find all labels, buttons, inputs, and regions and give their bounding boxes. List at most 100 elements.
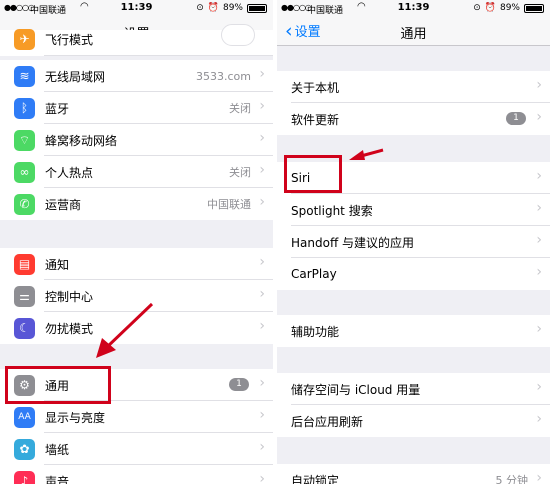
row-value: 中国联通 xyxy=(207,198,251,211)
update-badge: 1 xyxy=(506,112,526,125)
row-label: 运营商 xyxy=(45,197,82,212)
airplane-icon: ✈ xyxy=(14,28,35,50)
chevron-right-icon: › xyxy=(536,109,542,125)
alarm-icon: ⏰ xyxy=(484,3,496,13)
moon-icon: ☾ xyxy=(14,317,35,339)
chevron-right-icon: › xyxy=(536,411,542,427)
list-item-bluetooth[interactable]: ᛒ 蓝牙 关闭 › xyxy=(0,92,273,124)
display-icon: AA xyxy=(14,406,35,428)
chevron-right-icon: › xyxy=(536,264,542,280)
list-item-wlan[interactable]: ≋ 无线局域网 3533.com › xyxy=(0,60,273,92)
row-value: 5 分钟 xyxy=(495,474,529,484)
lock-rotation-icon: ⊙ xyxy=(196,3,204,13)
alarm-icon: ⏰ xyxy=(207,3,219,13)
nav-bar: ‹ 设置 通用 xyxy=(277,16,550,46)
control-center-icon: ⚌ xyxy=(14,285,35,307)
row-label: 墙纸 xyxy=(45,442,70,457)
row-label: 蜂窝移动网络 xyxy=(45,133,118,148)
list-item-carrier[interactable]: ✆ 运营商 中国联通 › xyxy=(0,188,273,220)
list-item-auto-lock[interactable]: 自动锁定 5 分钟 › xyxy=(277,464,550,484)
row-label: 声音 xyxy=(45,474,70,484)
chevron-right-icon: › xyxy=(259,254,265,270)
row-label: 自动锁定 xyxy=(291,473,340,484)
chevron-right-icon: › xyxy=(259,130,265,146)
row-label: 显示与亮度 xyxy=(45,410,106,425)
battery-percent: 89% xyxy=(222,3,243,13)
list-item-handoff[interactable]: Handoff 与建议的应用 › xyxy=(277,226,550,258)
sound-icon: ♪ xyxy=(14,470,35,484)
list-item-airplane-mode[interactable]: ✈ 飞行模式 xyxy=(0,24,273,56)
chevron-right-icon: › xyxy=(536,379,542,395)
row-label: 储存空间与 iCloud 用量 xyxy=(291,382,421,397)
row-label: 后台应用刷新 xyxy=(291,414,364,429)
chevron-right-icon: › xyxy=(259,286,265,302)
battery-icon xyxy=(524,3,544,13)
chevron-right-icon: › xyxy=(536,200,542,216)
battery-percent: 89% xyxy=(499,3,520,13)
row-value: 关闭 xyxy=(229,102,251,115)
row-value: 关闭 xyxy=(229,166,251,179)
battery-icon xyxy=(247,3,267,13)
settings-screen: ●●○○○ 中国联通 ◠ 11:39 ⊙ ⏰ 89% 设置 ✈ 飞行模式 ≋ 无… xyxy=(0,0,273,484)
annotation-arrow xyxy=(349,148,384,160)
list-item-background-refresh[interactable]: 后台应用刷新 › xyxy=(277,405,550,437)
status-bar: ●●○○○ 中国联通 ◠ 11:39 ⊙ ⏰ 89% xyxy=(277,0,550,16)
chevron-right-icon: › xyxy=(536,168,542,184)
chevron-right-icon: › xyxy=(536,77,542,93)
phone-icon: ✆ xyxy=(14,193,35,215)
row-label: 飞行模式 xyxy=(45,32,94,47)
cellular-icon: ⌔ xyxy=(14,129,35,151)
screenshot-pair: ●●○○○ 中国联通 ◠ 11:39 ⊙ ⏰ 89% 设置 ✈ 飞行模式 ≋ 无… xyxy=(0,0,550,484)
row-label: 辅助功能 xyxy=(291,324,340,339)
chevron-right-icon: › xyxy=(259,162,265,178)
row-label: 软件更新 xyxy=(291,112,340,127)
general-screen: ●●○○○ 中国联通 ◠ 11:39 ⊙ ⏰ 89% ‹ 设置 通用 关于本机 … xyxy=(277,0,550,484)
row-label: Spotlight 搜索 xyxy=(291,203,373,218)
chevron-right-icon: › xyxy=(259,98,265,114)
status-bar: ●●○○○ 中国联通 ◠ 11:39 ⊙ ⏰ 89% xyxy=(0,0,273,16)
chevron-right-icon: › xyxy=(536,470,542,484)
row-label: 通知 xyxy=(45,257,70,272)
row-value: 3533.com xyxy=(196,69,251,83)
page-title: 通用 xyxy=(400,27,427,42)
list-item-wallpaper[interactable]: ✿ 墙纸 › xyxy=(0,433,273,465)
row-label: 勿扰模式 xyxy=(45,321,94,336)
list-item-notifications[interactable]: ▤ 通知 › xyxy=(0,248,273,280)
list-item-accessibility[interactable]: 辅助功能 › xyxy=(277,315,550,347)
list-item-spotlight[interactable]: Spotlight 搜索 › xyxy=(277,194,550,226)
chevron-right-icon: › xyxy=(259,407,265,423)
row-label: 关于本机 xyxy=(291,80,340,95)
highlight-box-siri xyxy=(284,155,342,193)
wallpaper-icon: ✿ xyxy=(14,438,35,460)
row-label: 控制中心 xyxy=(45,289,94,304)
row-label: 个人热点 xyxy=(45,165,94,180)
chevron-right-icon: › xyxy=(259,318,265,334)
list-item-storage-icloud[interactable]: 储存空间与 iCloud 用量 › xyxy=(277,373,550,405)
row-label: 无线局域网 xyxy=(45,69,106,84)
list-item-about[interactable]: 关于本机 › xyxy=(277,71,550,103)
highlight-box-general xyxy=(5,366,111,404)
bluetooth-icon: ᛒ xyxy=(14,97,35,119)
row-label: 蓝牙 xyxy=(45,101,70,116)
row-label: Handoff 与建议的应用 xyxy=(291,235,415,250)
chevron-right-icon: › xyxy=(259,66,265,82)
chevron-right-icon: › xyxy=(259,375,265,391)
annotation-arrow xyxy=(96,302,154,358)
hotspot-icon: ∞ xyxy=(14,161,35,183)
chevron-right-icon: › xyxy=(536,232,542,248)
notifications-icon: ▤ xyxy=(14,253,35,275)
list-item-software-update[interactable]: 软件更新 1 › xyxy=(277,103,550,135)
wifi-icon: ≋ xyxy=(14,65,35,87)
chevron-right-icon: › xyxy=(259,439,265,455)
list-item-carplay[interactable]: CarPlay › xyxy=(277,258,550,290)
list-item-hotspot[interactable]: ∞ 个人热点 关闭 › xyxy=(0,156,273,188)
chevron-right-icon: › xyxy=(259,471,265,484)
update-badge: 1 xyxy=(229,378,249,391)
row-label: CarPlay xyxy=(291,267,337,281)
list-item-display-brightness[interactable]: AA 显示与亮度 › xyxy=(0,401,273,433)
chevron-right-icon: › xyxy=(536,321,542,337)
airplane-mode-toggle[interactable] xyxy=(221,24,255,46)
chevron-right-icon: › xyxy=(259,194,265,210)
list-item-cellular[interactable]: ⌔ 蜂窝移动网络 › xyxy=(0,124,273,156)
list-item-sounds[interactable]: ♪ 声音 › xyxy=(0,465,273,484)
